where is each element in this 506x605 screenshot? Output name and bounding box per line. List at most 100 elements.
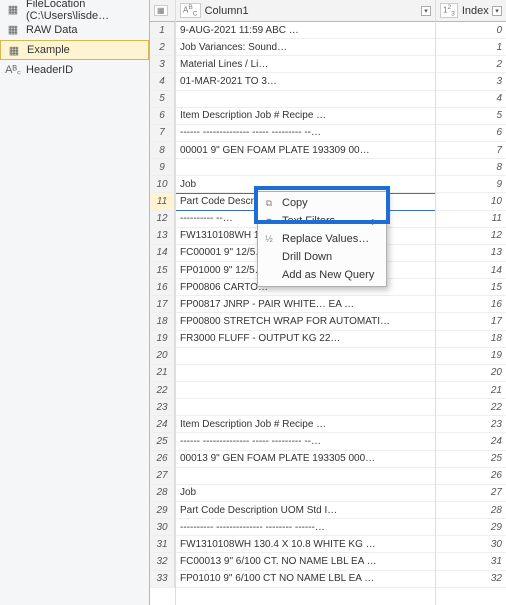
cell-index[interactable]: 12 — [436, 228, 506, 245]
cell-column1[interactable]: 01-MAR-2021 TO 3… — [176, 73, 435, 90]
cell-index[interactable]: 8 — [436, 159, 506, 176]
cell-column1[interactable]: Material Lines / Li… — [176, 56, 435, 73]
cell-column1[interactable]: FP01010 9" 6/100 CT NO NAME LBL EA … — [176, 571, 435, 588]
cell-index[interactable]: 9 — [436, 176, 506, 193]
cell-index[interactable]: 13 — [436, 245, 506, 262]
row-number[interactable]: 27 — [150, 468, 175, 485]
row-number[interactable]: 30 — [150, 519, 175, 536]
cell-index[interactable]: 26 — [436, 468, 506, 485]
cell-column1[interactable]: FP00800 STRETCH WRAP FOR AUTOMATI… — [176, 313, 435, 330]
cell-index[interactable]: 30 — [436, 536, 506, 553]
cell-column1[interactable]: FC00013 9" 6/100 CT. NO NAME LBL EA … — [176, 553, 435, 570]
cell-index[interactable]: 23 — [436, 416, 506, 433]
cell-index[interactable]: 16 — [436, 296, 506, 313]
cell-column1[interactable] — [176, 382, 435, 399]
row-number[interactable]: 5 — [150, 91, 175, 108]
cell-index[interactable]: 11 — [436, 211, 506, 228]
row-number[interactable]: 31 — [150, 536, 175, 553]
row-number[interactable]: 7 — [150, 125, 175, 142]
row-number[interactable]: 6 — [150, 108, 175, 125]
row-number[interactable]: 9 — [150, 159, 175, 176]
cell-index[interactable]: 0 — [436, 22, 506, 39]
column-index-header[interactable]: 123 Index ▾ — [436, 0, 506, 22]
row-number[interactable]: 20 — [150, 348, 175, 365]
cell-column1[interactable]: 00001 9" GEN FOAM PLATE 193309 00… — [176, 142, 435, 159]
row-number[interactable]: 2 — [150, 39, 175, 56]
menu-item-copy[interactable]: ⧉Copy — [258, 194, 386, 212]
sidebar-item-3[interactable]: Aᴮ꜀HeaderID — [0, 60, 149, 80]
row-number[interactable]: 28 — [150, 485, 175, 502]
cell-index[interactable]: 7 — [436, 142, 506, 159]
row-number[interactable]: 21 — [150, 365, 175, 382]
row-number[interactable]: 12 — [150, 211, 175, 228]
row-number[interactable]: 25 — [150, 433, 175, 450]
cell-column1[interactable]: Item Description Job # Recipe … — [176, 108, 435, 125]
cell-index[interactable]: 4 — [436, 91, 506, 108]
row-number[interactable]: 29 — [150, 502, 175, 519]
cell-column1[interactable]: ---------- -------------- -------- -----… — [176, 519, 435, 536]
row-number[interactable]: 14 — [150, 245, 175, 262]
row-number[interactable]: 13 — [150, 228, 175, 245]
cell-column1[interactable]: Part Code Description UOM Std I… — [176, 502, 435, 519]
row-number[interactable]: 11 — [150, 193, 175, 210]
row-number[interactable]: 26 — [150, 451, 175, 468]
cell-column1[interactable] — [176, 159, 435, 176]
cell-column1[interactable]: FW1310108WH 130.4 X 10.8 WHITE KG … — [176, 536, 435, 553]
row-number[interactable]: 1 — [150, 22, 175, 39]
row-number[interactable]: 8 — [150, 142, 175, 159]
cell-index[interactable]: 3 — [436, 73, 506, 90]
row-number[interactable]: 24 — [150, 416, 175, 433]
sidebar-item-1[interactable]: ▦RAW Data — [0, 20, 149, 40]
cell-column1[interactable]: 9-AUG-2021 11:59 ABC … — [176, 22, 435, 39]
cell-column1[interactable]: ------ -------------- ----- --------- --… — [176, 125, 435, 142]
row-number[interactable]: 22 — [150, 382, 175, 399]
row-number[interactable]: 33 — [150, 571, 175, 588]
rownum-header[interactable]: ▦ — [150, 0, 175, 22]
cell-index[interactable]: 19 — [436, 348, 506, 365]
cell-column1[interactable]: Job Variances: Sound… — [176, 39, 435, 56]
cell-column1[interactable] — [176, 399, 435, 416]
cell-column1[interactable] — [176, 91, 435, 108]
cell-index[interactable]: 24 — [436, 433, 506, 450]
cell-index[interactable]: 5 — [436, 108, 506, 125]
menu-item-replace-values-[interactable]: ½Replace Values… — [258, 230, 386, 248]
cell-column1[interactable]: FR3000 FLUFF - OUTPUT KG 22… — [176, 331, 435, 348]
menu-item-add-as-new-query[interactable]: Add as New Query — [258, 266, 386, 284]
row-number[interactable]: 18 — [150, 313, 175, 330]
cell-index[interactable]: 1 — [436, 39, 506, 56]
cell-column1[interactable]: Item Description Job # Recipe … — [176, 416, 435, 433]
row-number[interactable]: 15 — [150, 262, 175, 279]
cell-index[interactable]: 27 — [436, 485, 506, 502]
cell-index[interactable]: 2 — [436, 56, 506, 73]
row-number[interactable]: 3 — [150, 56, 175, 73]
cell-column1[interactable] — [176, 468, 435, 485]
sidebar-item-0[interactable]: ▦FileLocation (C:\Users\lisde… — [0, 0, 149, 20]
cell-index[interactable]: 18 — [436, 331, 506, 348]
row-number[interactable]: 16 — [150, 279, 175, 296]
column1-header[interactable]: ABC Column1 ▾ — [176, 0, 435, 22]
cell-index[interactable]: 29 — [436, 519, 506, 536]
cell-index[interactable]: 31 — [436, 553, 506, 570]
cell-column1[interactable]: 00013 9" GEN FOAM PLATE 193305 000… — [176, 451, 435, 468]
cell-index[interactable]: 6 — [436, 125, 506, 142]
cell-column1[interactable]: FP00817 JNRP - PAIR WHITE… EA … — [176, 296, 435, 313]
cell-column1[interactable]: Job — [176, 485, 435, 502]
menu-item-drill-down[interactable]: Drill Down — [258, 248, 386, 266]
cell-index[interactable]: 10 — [436, 193, 506, 210]
cell-index[interactable]: 25 — [436, 451, 506, 468]
chevron-down-icon[interactable]: ▾ — [421, 6, 431, 16]
row-number[interactable]: 23 — [150, 399, 175, 416]
cell-index[interactable]: 28 — [436, 502, 506, 519]
cell-column1[interactable]: ------ -------------- ----- --------- --… — [176, 433, 435, 450]
row-number[interactable]: 17 — [150, 296, 175, 313]
cell-index[interactable]: 32 — [436, 571, 506, 588]
row-number[interactable]: 10 — [150, 176, 175, 193]
chevron-down-icon[interactable]: ▾ — [492, 6, 502, 16]
cell-index[interactable]: 21 — [436, 382, 506, 399]
cell-index[interactable]: 15 — [436, 279, 506, 296]
menu-item-text-filters[interactable]: ▼Text Filters▶ — [258, 212, 386, 230]
row-number[interactable]: 32 — [150, 553, 175, 570]
row-number[interactable]: 4 — [150, 73, 175, 90]
cell-index[interactable]: 22 — [436, 399, 506, 416]
cell-index[interactable]: 17 — [436, 313, 506, 330]
